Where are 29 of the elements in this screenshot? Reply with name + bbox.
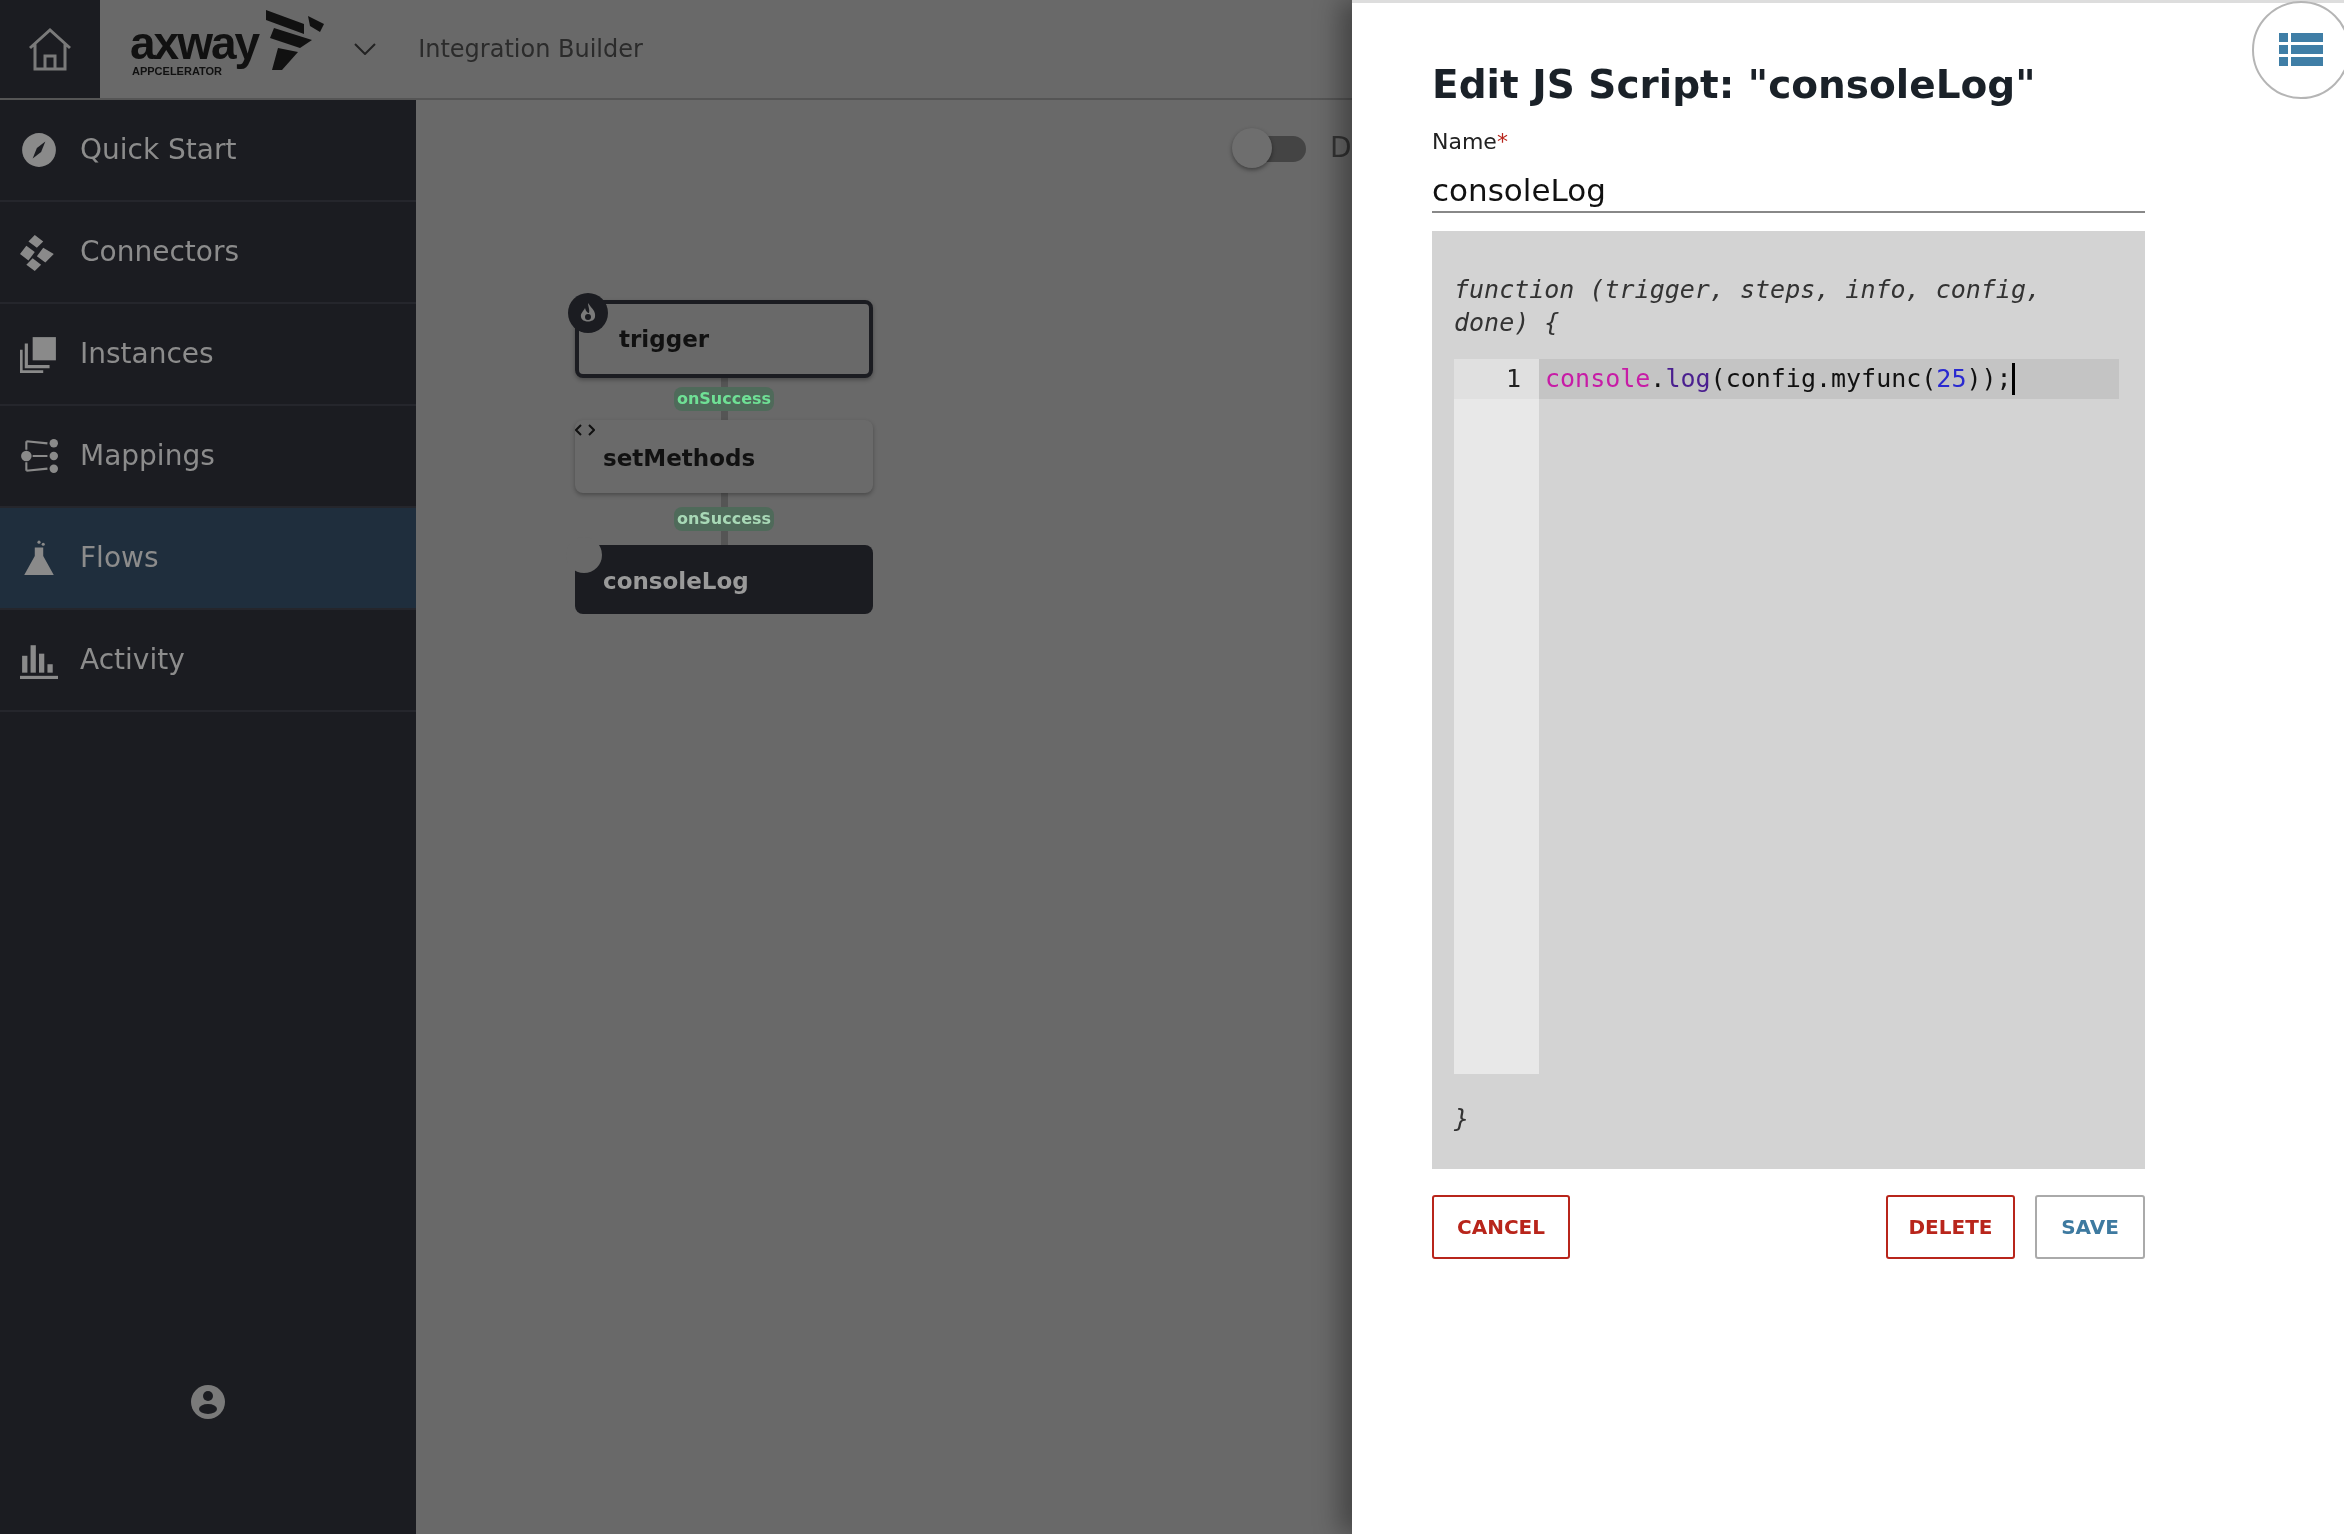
flow-node[interactable]: consoleLog [575, 545, 873, 614]
closing-brace: } [1454, 1103, 1470, 1135]
action-button[interactable]: DELETE [1886, 1195, 2015, 1259]
logo-tagline: APPCELERATOR [132, 65, 223, 77]
home-icon [26, 26, 74, 72]
line-number: 1 [1454, 359, 1539, 399]
function-signature: function (trigger, steps, info, config, done) { [1454, 274, 2042, 339]
edge-label: onSuccess [674, 387, 774, 411]
flow-node[interactable]: trigger [575, 300, 873, 378]
app-title: Integration Builder [418, 34, 643, 65]
edge-label: onSuccess [674, 507, 774, 531]
panel-title: Edit JS Script: "consoleLog" [1432, 61, 2037, 109]
stacked-pages-icon [20, 335, 58, 373]
user-avatar-icon[interactable] [190, 1384, 226, 1420]
action-button[interactable]: SAVE [2035, 1195, 2145, 1259]
chevron-down-icon[interactable] [354, 43, 377, 55]
mapping-icon [20, 437, 58, 475]
flow-node[interactable]: setMethods [575, 420, 873, 493]
field-label: Name* [1432, 129, 1509, 155]
code-icon [575, 424, 595, 436]
nav-item[interactable]: Flows [0, 508, 416, 610]
name-field[interactable]: consoleLog [1432, 169, 2145, 213]
flame-icon [568, 293, 608, 333]
toggle-switch[interactable] [1232, 126, 1306, 170]
compass-icon [20, 131, 58, 169]
code-editor[interactable]: function (trigger, steps, info, config, done) { 1 console.log(config.myfunc(25)); } [1432, 231, 2145, 1169]
list-icon [2279, 33, 2323, 67]
action-button[interactable]: CANCEL [1432, 1195, 1570, 1259]
home-button[interactable] [0, 0, 100, 98]
